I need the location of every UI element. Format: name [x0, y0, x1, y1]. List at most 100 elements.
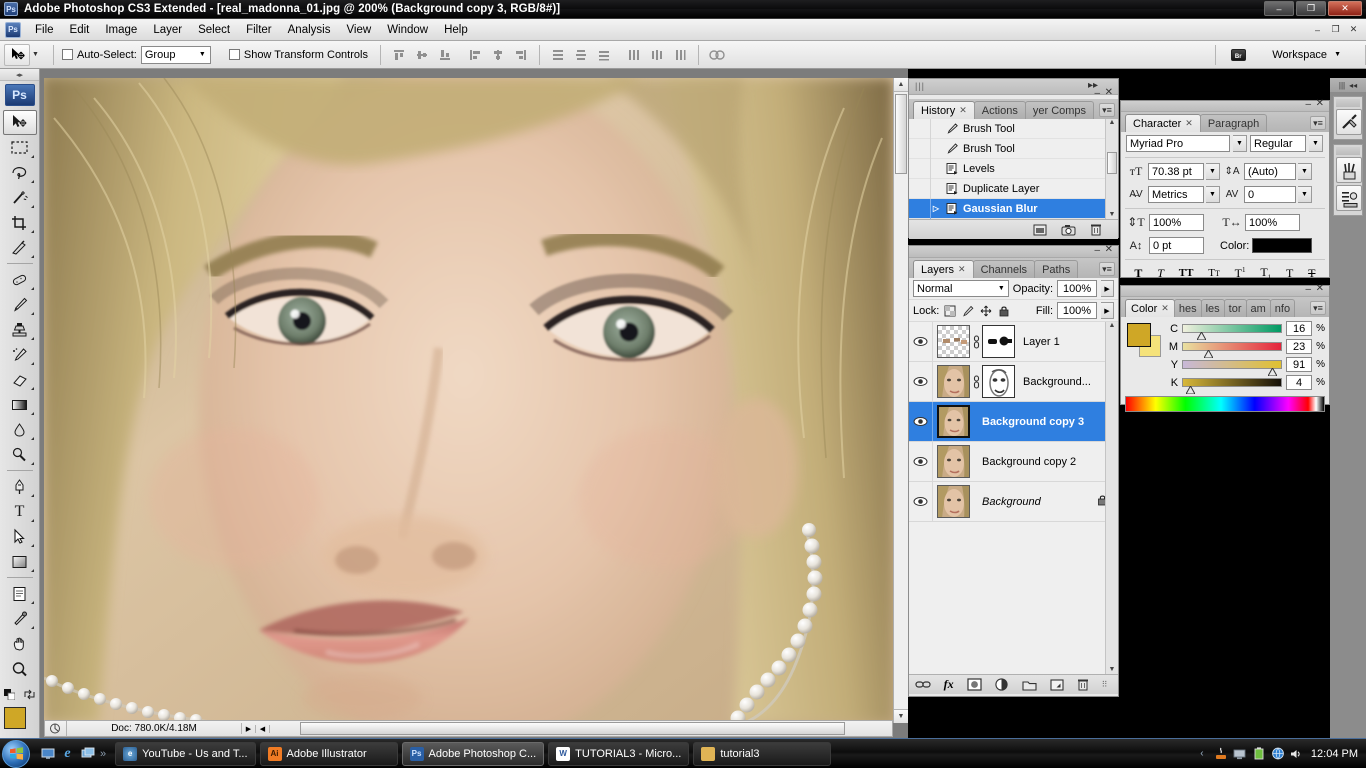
menu-help[interactable]: Help [436, 22, 476, 38]
taskbar-item-illustrator[interactable]: Ai Adobe Illustrator [259, 741, 398, 766]
delete-state-icon[interactable] [1088, 222, 1104, 237]
slider-knob-icon[interactable] [1186, 386, 1196, 394]
tool-slice[interactable] [3, 235, 37, 260]
resize-grip-icon[interactable] [45, 721, 67, 736]
distribute-horizontal-centers-icon[interactable] [647, 45, 667, 65]
opacity-slider-arrow-icon[interactable]: ▶ [1101, 280, 1114, 297]
layer-visibility-toggle[interactable] [909, 362, 933, 401]
history-item-selected[interactable]: ▷ Gaussian Blur [909, 198, 1118, 219]
history-item[interactable]: Brush Tool [909, 119, 1118, 139]
history-panel-header[interactable]: ||| ▸▸ – ✕ [909, 79, 1118, 99]
tab-channels[interactable]: Channels [972, 260, 1036, 278]
layer-mask-thumbnail[interactable] [982, 325, 1015, 358]
magenta-slider[interactable] [1182, 342, 1283, 358]
tray-chevron-icon[interactable]: ‹ [1195, 747, 1209, 761]
color-panel-minimize-icon[interactable]: – [1305, 284, 1311, 295]
dock-group-bar[interactable] [1336, 147, 1360, 155]
tool-shape[interactable] [3, 549, 37, 574]
subscript-icon[interactable]: T1 [1260, 265, 1271, 281]
kerning-chevron-icon[interactable]: ▼ [1206, 186, 1220, 203]
fill-value[interactable]: 100% [1057, 302, 1097, 319]
font-style-dropdown[interactable]: Regular [1250, 135, 1306, 152]
tool-lasso[interactable] [3, 160, 37, 185]
layers-panel-close-icon[interactable]: ✕ [1105, 244, 1113, 255]
align-horizontal-centers-icon[interactable] [488, 45, 508, 65]
taskbar-item-photoshop[interactable]: Ps Adobe Photoshop C... [401, 741, 545, 766]
faux-italic-icon[interactable]: T [1157, 266, 1164, 281]
new-layer-icon[interactable] [1050, 677, 1064, 692]
black-slider[interactable] [1182, 378, 1283, 394]
leading-field[interactable]: (Auto) [1244, 163, 1296, 180]
scroll-down-arrow-icon[interactable]: ▼ [894, 709, 908, 723]
font-family-dropdown[interactable]: Myriad Pro [1126, 135, 1230, 152]
tool-eraser[interactable] [3, 367, 37, 392]
layer-name[interactable]: Background copy 3 [982, 416, 1084, 428]
tab-close-icon[interactable]: ✕ [958, 264, 966, 275]
document-minimize-button[interactable]: – [1309, 22, 1326, 37]
panel-grip-icon[interactable]: ||| [915, 81, 925, 91]
swap-colors-icon[interactable] [24, 689, 35, 702]
superscript-icon[interactable]: T1 [1235, 266, 1246, 281]
layer-row[interactable]: Background copy 2 [909, 442, 1118, 482]
layer-visibility-toggle[interactable] [909, 322, 933, 361]
align-vertical-centers-icon[interactable] [412, 45, 432, 65]
history-snapshot-checkbox[interactable] [909, 198, 931, 219]
tab-navigator[interactable]: tor [1223, 299, 1247, 317]
lock-transparent-pixels-icon[interactable] [943, 304, 957, 318]
layers-panel-menu-icon[interactable]: ▾≡ [1099, 262, 1115, 276]
black-value[interactable]: 4 [1286, 375, 1313, 390]
dock-group-bar[interactable] [1336, 99, 1360, 107]
new-snapshot-icon[interactable] [1060, 222, 1076, 237]
color-panel-menu-icon[interactable]: ▾≡ [1310, 301, 1326, 315]
align-bottom-edges-icon[interactable] [435, 45, 455, 65]
image-canvas[interactable] [44, 78, 893, 723]
baseline-shift-field[interactable]: 0 pt [1149, 237, 1204, 254]
toolbox-grip[interactable]: ◂▸ [0, 69, 39, 81]
layer-thumbnail[interactable] [937, 365, 970, 398]
taskbar-item-folder[interactable]: tutorial3 [693, 741, 832, 766]
slider-knob-icon[interactable] [1204, 350, 1214, 358]
layer-thumbnail[interactable] [937, 485, 970, 518]
default-colors-icon[interactable] [4, 689, 16, 702]
maximize-button[interactable]: ❐ [1296, 1, 1326, 16]
layer-row[interactable]: Background [909, 482, 1118, 522]
layers-panel-header[interactable]: – ✕ [909, 244, 1118, 258]
link-layers-icon[interactable] [914, 677, 931, 692]
tool-history-brush[interactable] [3, 342, 37, 367]
horizontal-scale-field[interactable]: 100% [1245, 214, 1300, 231]
tab-character[interactable]: Character ✕ [1125, 114, 1201, 132]
tool-move[interactable] [2, 110, 37, 135]
align-right-edges-icon[interactable] [511, 45, 531, 65]
character-panel-minimize-icon[interactable]: – [1305, 99, 1311, 110]
volume-icon[interactable] [1290, 747, 1304, 761]
layer-thumbnail[interactable] [937, 445, 970, 478]
add-layer-style-icon[interactable]: fx [944, 677, 954, 692]
layer-name[interactable]: Background copy 2 [982, 456, 1076, 468]
faux-bold-icon[interactable]: T [1134, 266, 1142, 281]
workspace-label[interactable]: Workspace [1272, 49, 1327, 61]
menu-edit[interactable]: Edit [62, 22, 98, 38]
menu-app-icon[interactable]: Ps [5, 21, 21, 38]
network-icon[interactable] [1271, 747, 1285, 761]
switch-windows-icon[interactable] [80, 746, 95, 761]
tool-blur[interactable] [3, 417, 37, 442]
tab-paragraph[interactable]: Paragraph [1199, 114, 1268, 132]
history-scroll-thumb[interactable] [1107, 152, 1117, 174]
yellow-slider[interactable] [1182, 360, 1283, 376]
menu-window[interactable]: Window [379, 22, 436, 38]
tab-layers[interactable]: Layers ✕ [913, 260, 974, 278]
layer-comps-icon[interactable] [1336, 185, 1362, 211]
dock-grip-icon[interactable]: ||| [1339, 81, 1345, 90]
tab-paths[interactable]: Paths [1034, 260, 1079, 278]
small-caps-icon[interactable]: TT [1208, 267, 1220, 279]
distribute-bottom-edges-icon[interactable] [594, 45, 614, 65]
auto-select-checkbox[interactable] [61, 49, 73, 60]
foreground-color-swatch[interactable] [3, 707, 26, 729]
tool-pen[interactable] [3, 474, 37, 499]
tab-layer-comps[interactable]: yer Comps [1024, 101, 1095, 119]
history-item[interactable]: Duplicate Layer [909, 178, 1118, 199]
slider-knob-icon[interactable] [1268, 368, 1278, 376]
collapse-dock-icon[interactable]: ◂◂ [1349, 81, 1357, 90]
tool-type[interactable]: T [3, 499, 37, 524]
character-panel-header[interactable]: – ✕ [1121, 98, 1329, 112]
